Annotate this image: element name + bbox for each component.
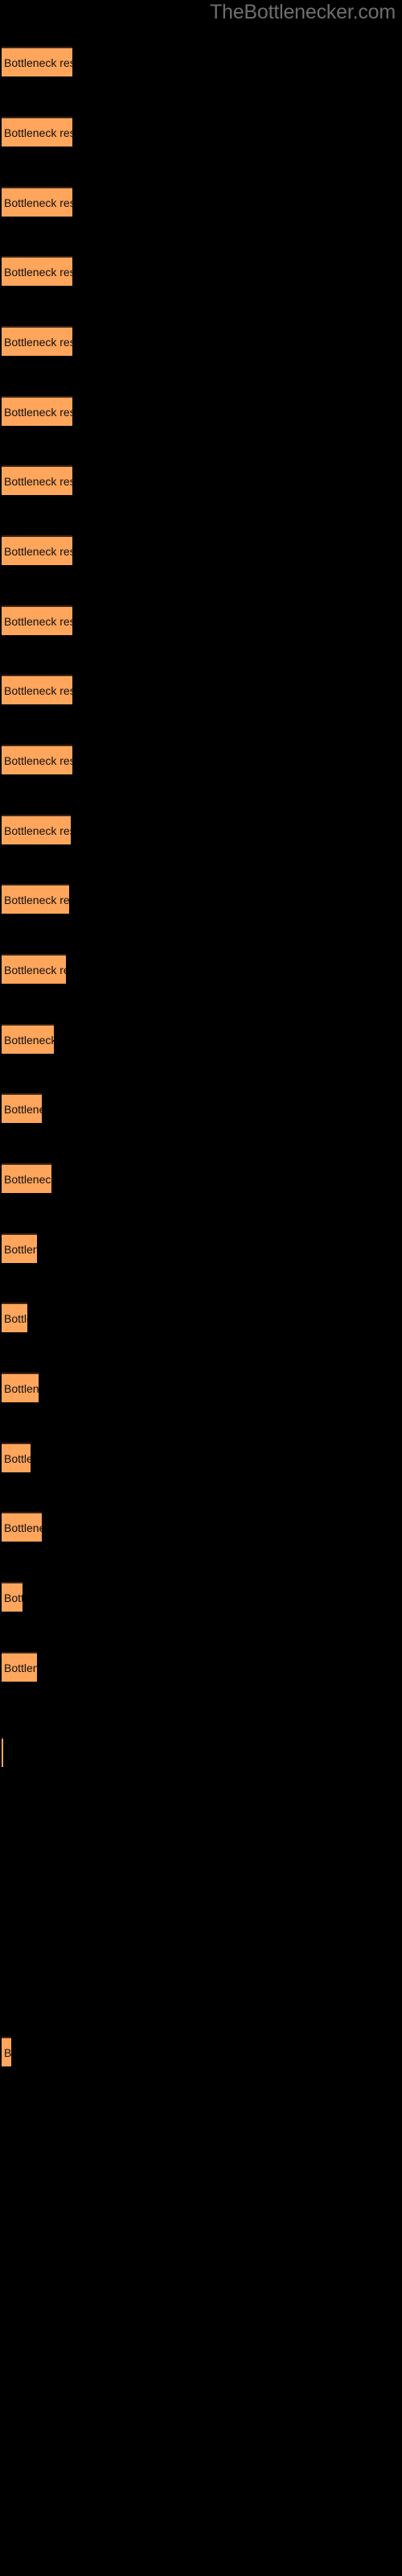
chart-bar: Bottleneck result — [2, 1443, 31, 1472]
chart-bar: Bottleneck result — [2, 396, 72, 426]
chart-bar: Bottleneck result — [2, 465, 72, 495]
chart-bar-label: Bottleneck result — [4, 2046, 11, 2059]
chart-bar-label: Bottleneck result — [4, 474, 72, 488]
chart-bar: Bottleneck result — [2, 326, 72, 356]
chart-bar-label: Bottleneck result — [4, 1033, 54, 1046]
chart-bar-label: Bottleneck result — [4, 683, 72, 697]
chart-bar: Bottleneck result — [2, 884, 69, 914]
chart-bar-label: Bottleneck result — [4, 1102, 42, 1116]
chart-bar: Bottleneck result — [2, 815, 71, 844]
chart-bar: Bottleneck result — [2, 745, 72, 774]
chart-bar-label: Bottleneck result — [4, 1172, 51, 1186]
chart-bar-label: Bottleneck result — [4, 614, 72, 628]
chart-bar: Bottleneck result — [2, 605, 72, 635]
chart-bar: Bottleneck result — [2, 675, 72, 704]
chart-bar-label: Bottleneck result — [4, 56, 72, 69]
chart-bar-label: Bottleneck result — [4, 1521, 42, 1534]
chart-bar-label: Bottleneck result — [4, 196, 72, 209]
chart-bar: Bottleneck result — [2, 1163, 51, 1193]
chart-bar: Bottleneck result — [2, 1024, 54, 1054]
chart-page: TheBottlenecker.com Bottleneck resultBot… — [0, 0, 402, 2576]
chart-bar-label: Bottleneck result — [4, 335, 72, 349]
chart-bar: Bottleneck result — [2, 954, 66, 984]
chart-bar-label: Bottleneck result — [4, 265, 72, 279]
chart-bar: Bottleneck result — [2, 187, 72, 217]
chart-bar-label: Bottleneck result — [4, 753, 72, 767]
chart-bar-label: Bottleneck result — [4, 1451, 31, 1465]
chart-bar: Bottleneck result — [2, 1093, 42, 1123]
chart-bar: Bottleneck result — [2, 256, 72, 286]
bar-chart-plot-area: Bottleneck result Bottleneck result Bottle… — [0, 0, 402, 2576]
chart-bar: Bottleneck result — [2, 1512, 42, 1542]
chart-bar: Bottleneck result — [2, 47, 72, 76]
chart-bar-label: Bottleneck result — [4, 1591, 23, 1604]
chart-bar: Bottleneck result — [2, 1737, 3, 1767]
chart-bar: Bottleneck result — [2, 535, 72, 565]
chart-bar: Bottleneck result — [2, 1582, 23, 1612]
chart-bar: Bottleneck result — [2, 2037, 11, 2066]
chart-bar: Bottleneck result — [2, 1652, 37, 1682]
chart-bar-label: Bottleneck result — [4, 824, 71, 837]
chart-bar-label: Bottleneck result — [4, 1381, 39, 1395]
chart-bar-label: Bottleneck result — [4, 893, 69, 906]
chart-bar-label: Bottleneck result — [4, 1311, 27, 1325]
chart-bar: Bottleneck result — [2, 1233, 37, 1263]
chart-bar-label: Bottleneck result — [4, 963, 66, 976]
chart-bar: Bottleneck result — [2, 117, 72, 147]
chart-bar-label: Bottleneck result — [4, 126, 72, 139]
chart-bar: Bottleneck result — [2, 1373, 39, 1402]
chart-bar-label: Bottleneck result — [4, 1661, 37, 1674]
chart-bar-label: Bottleneck result — [4, 544, 72, 558]
chart-bar-label: Bottleneck result — [4, 405, 72, 419]
chart-bar: Bottleneck result — [2, 1302, 27, 1332]
chart-bar-label: Bottleneck result — [4, 1242, 37, 1256]
